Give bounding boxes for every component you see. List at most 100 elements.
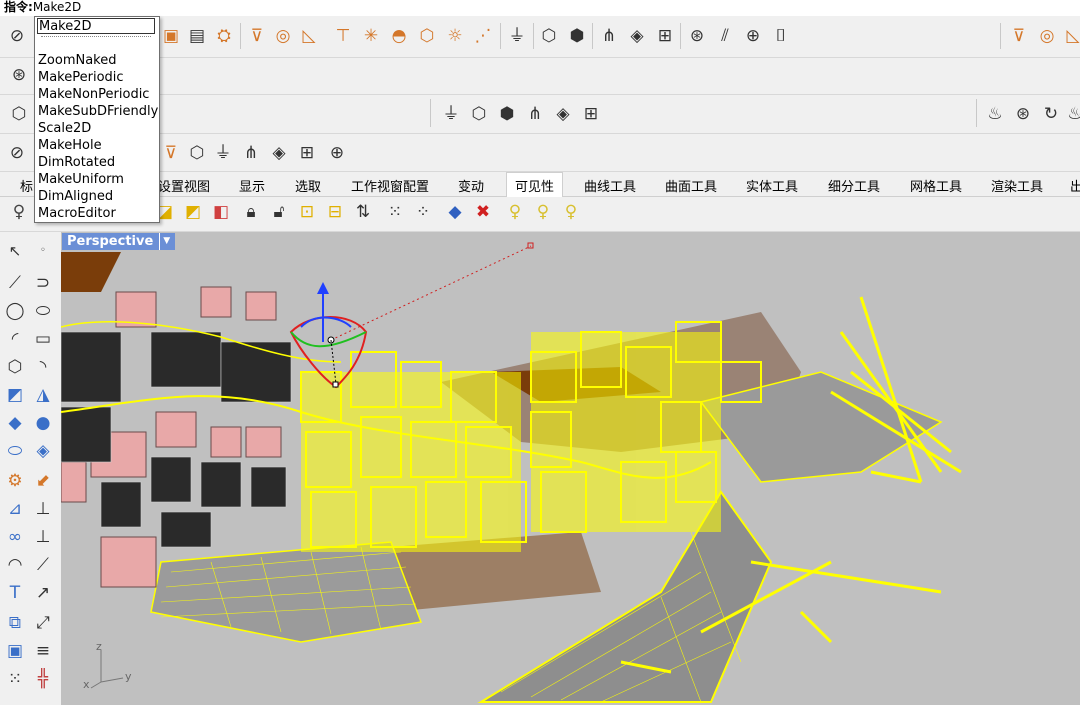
viewport-title-tab[interactable]: Perspective ▼ — [62, 233, 176, 250]
polygon-icon[interactable]: ⬡ — [4, 356, 26, 378]
boolean-icon[interactable]: ⊿ — [4, 498, 26, 520]
block-icon[interactable]: ▣ — [4, 640, 26, 662]
box-solid-icon[interactable]: ◆ — [4, 412, 26, 434]
compass-icon[interactable]: ⊕ — [742, 25, 764, 47]
group-icon[interactable]: ⧉ — [4, 612, 26, 634]
tab-render-tools[interactable]: 渲染工具 — [991, 176, 1043, 195]
tab-curve-tools[interactable]: 曲线工具 — [584, 176, 636, 195]
points-grid-icon-2[interactable]: ⁘ — [412, 201, 434, 223]
grid-icon[interactable]: ⊞ — [654, 25, 676, 47]
arc-icon[interactable]: ◜ — [4, 328, 26, 350]
surface-icon[interactable]: ◩ — [4, 384, 26, 406]
gumball-widget[interactable] — [289, 242, 534, 389]
angle-icon[interactable]: ◺ — [298, 25, 320, 47]
eye-plane-icon-row4[interactable]: ⏚ — [212, 142, 234, 164]
autocomplete-item[interactable]: MacroEditor — [38, 205, 116, 222]
bulb-icon-2[interactable]: ♀ — [532, 201, 554, 223]
point-icon[interactable]: ◦ — [32, 240, 54, 262]
tab-more[interactable]: 出 — [1070, 176, 1080, 195]
autocomplete-item[interactable]: MakeHole — [38, 137, 102, 154]
sun-icon[interactable]: ☼ — [444, 25, 466, 47]
show-selected-icon[interactable]: ◧ — [210, 201, 232, 223]
cube-light-icon[interactable]: ⬡ — [416, 25, 438, 47]
autocomplete-item[interactable]: DimAligned — [38, 188, 113, 205]
tab-select[interactable]: 选取 — [295, 176, 321, 195]
autocomplete-item[interactable]: MakeNonPeriodic — [38, 86, 149, 103]
arc-dim-icon[interactable]: ◠ — [4, 554, 26, 576]
autocomplete-item[interactable]: MakeUniform — [38, 171, 124, 188]
tab-viewport-layout[interactable]: 工作视窗配置 — [351, 176, 429, 195]
lock-selected-icon[interactable]: ⊡ — [296, 201, 318, 223]
render-window-icon[interactable]: ⛭ — [213, 25, 235, 47]
window-frame-icon[interactable]: ▤ — [186, 25, 208, 47]
wrap-icon[interactable]: ◈ — [626, 25, 648, 47]
autocomplete-item[interactable]: MakeSubDFriendly — [38, 103, 158, 120]
autocomplete-item[interactable]: ZoomNaked — [38, 52, 116, 69]
teapot-palette-icon[interactable]: ⊛ — [1012, 103, 1034, 125]
box-icon-row3[interactable]: ⬡ — [8, 103, 30, 125]
autocomplete-input[interactable]: Make2D — [37, 18, 155, 34]
target-icon-2[interactable]: ◎ — [1036, 25, 1058, 47]
arrow-down-left-icon[interactable]: ⬋ — [32, 470, 54, 492]
polyline-icon[interactable]: ⟋ — [4, 272, 26, 294]
wrap-icon-row3[interactable]: ◈ — [552, 103, 574, 125]
tab-visibility[interactable]: 可见性 — [506, 172, 564, 199]
show-icon[interactable]: ◩ — [182, 201, 204, 223]
visibility-swap-icon[interactable]: ◆ — [444, 201, 466, 223]
rectangle-icon[interactable]: ▭ — [32, 328, 54, 350]
curve-icon[interactable]: ⊃ — [32, 272, 54, 294]
grid-icon-row4[interactable]: ⊞ — [296, 142, 318, 164]
perspective-viewport[interactable]: z x y — [61, 232, 1080, 705]
angle-icon-2[interactable]: ◺ — [1062, 25, 1080, 47]
target-icon[interactable]: ◎ — [272, 25, 294, 47]
palette-icon[interactable]: ⊛ — [686, 25, 708, 47]
light-burst-icon[interactable]: ✳ — [360, 25, 382, 47]
directional-light-icon[interactable]: ⊤ — [332, 25, 354, 47]
box-icon-row3b[interactable]: ⬡ — [468, 103, 490, 125]
fillet-curve-icon[interactable]: ◝ — [32, 356, 54, 378]
union-icon[interactable]: ∞ — [4, 526, 26, 548]
grass-icon-row3[interactable]: ⋔ — [524, 103, 546, 125]
unlock-icon[interactable]: 🔓︎ — [268, 201, 290, 223]
lines-icon[interactable]: ⫽ — [714, 25, 736, 47]
autocomplete-item[interactable]: Scale2D — [38, 120, 91, 137]
gear-icon[interactable]: ⚙ — [4, 470, 26, 492]
cylinder-icon[interactable]: ⬭ — [4, 440, 26, 462]
box-shade-icon-row3[interactable]: ⬢ — [496, 103, 518, 125]
check-circle-icon[interactable]: ⊘ — [6, 25, 28, 47]
text-icon[interactable]: T — [4, 582, 26, 604]
rays-icon[interactable]: ⋰ — [472, 25, 494, 47]
dimension-icon[interactable]: ⊥ — [32, 526, 54, 548]
spotlight-icon-2[interactable]: ⊽ — [1008, 25, 1030, 47]
dome-icon[interactable]: ◓ — [388, 25, 410, 47]
tab-surface-tools[interactable]: 曲面工具 — [665, 176, 717, 195]
trim-icon[interactable]: ⟋ — [32, 554, 54, 576]
scale-icon[interactable]: ⤢ — [32, 612, 54, 634]
check-circle-icon-row4[interactable]: ⊘ — [6, 142, 28, 164]
tab-standard[interactable]: 标 — [20, 176, 33, 195]
autocomplete-item[interactable]: MakePeriodic — [38, 69, 124, 86]
palette-icon-row2[interactable]: ⊛ — [8, 64, 30, 86]
command-value[interactable]: Make2D — [33, 0, 82, 14]
split-icon[interactable]: ⊥ — [32, 498, 54, 520]
tab-mesh-tools[interactable]: 网格工具 — [910, 176, 962, 195]
teapot-icon-2[interactable]: ♨ — [1064, 103, 1080, 125]
tab-solid-tools[interactable]: 实体工具 — [746, 176, 798, 195]
eye-plane-icon-row3[interactable]: ⏚ — [440, 103, 462, 125]
swap-lock-icon[interactable]: ⇅ — [352, 201, 374, 223]
spotlight-icon-row4[interactable]: ⊽ — [160, 142, 182, 164]
tab-display[interactable]: 显示 — [239, 176, 265, 195]
bulb-icon-1[interactable]: ♀ — [504, 201, 526, 223]
spotlight-icon[interactable]: ⊽ — [246, 25, 268, 47]
eye-plane-icon[interactable]: ⏚ — [506, 25, 528, 47]
lightbulb-icon[interactable]: ♀ — [8, 201, 30, 223]
grid-icon-row3[interactable]: ⊞ — [580, 103, 602, 125]
window-icon[interactable]: ▣ — [160, 25, 182, 47]
tab-subd-tools[interactable]: 细分工具 — [828, 176, 880, 195]
sphere-icon[interactable]: ● — [32, 412, 54, 434]
layer-icon[interactable]: ≡ — [32, 640, 54, 662]
extrude-icon[interactable]: ◈ — [32, 440, 54, 462]
circle-icon[interactable]: ◯ — [4, 300, 26, 322]
move-icon[interactable]: ↗ — [32, 582, 54, 604]
tab-transform[interactable]: 变动 — [458, 176, 484, 195]
